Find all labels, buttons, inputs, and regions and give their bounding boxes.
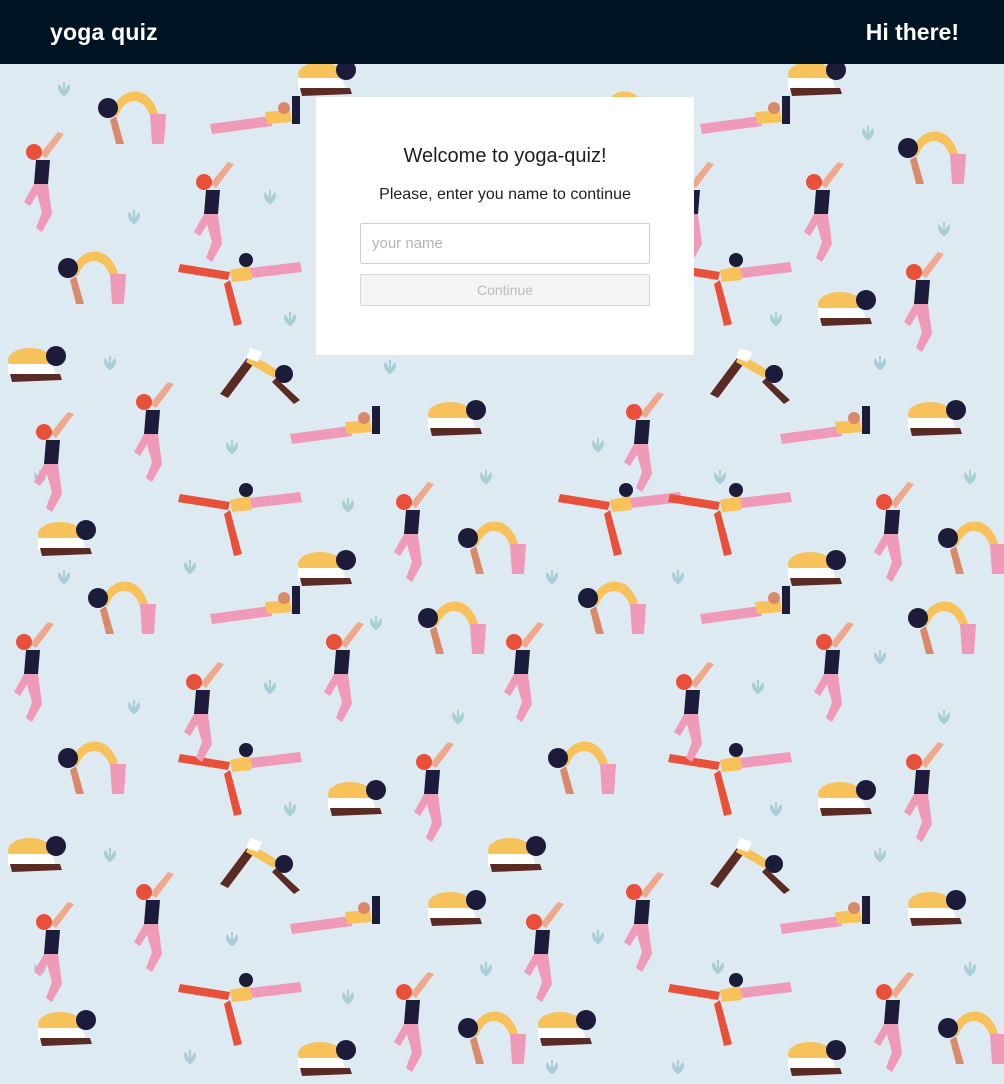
- continue-button[interactable]: Continue: [360, 274, 650, 306]
- user-greeting: Hi there!: [865, 18, 959, 45]
- app-title[interactable]: yoga quiz: [50, 19, 158, 46]
- welcome-subtitle: Please, enter you name to continue: [379, 186, 631, 203]
- top-navigation-bar: yoga quiz Hi there!: [0, 0, 1004, 64]
- welcome-card: Welcome to yoga-quiz! Please, enter you …: [316, 97, 694, 355]
- welcome-title: Welcome to yoga-quiz!: [403, 145, 607, 167]
- name-input[interactable]: [360, 223, 650, 264]
